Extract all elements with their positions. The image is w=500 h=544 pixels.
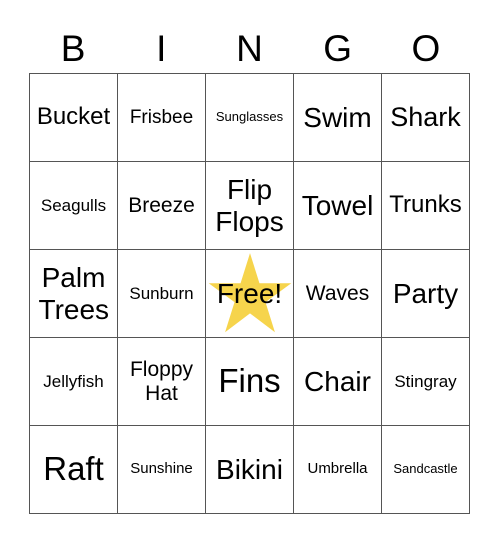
bingo-cell[interactable]: Sunglasses <box>206 74 294 162</box>
bingo-cell[interactable]: Raft <box>30 426 118 514</box>
header-letter-g: G <box>323 28 353 69</box>
bingo-cell[interactable]: Seagulls <box>30 162 118 250</box>
cell-label: Umbrella <box>307 460 368 478</box>
bingo-cell[interactable]: Party <box>382 250 470 338</box>
bingo-cell[interactable]: Palm Trees <box>30 250 118 338</box>
bingo-cell[interactable]: Breeze <box>118 162 206 250</box>
cell-label: Fins <box>218 362 281 400</box>
bingo-cell[interactable]: Waves <box>294 250 382 338</box>
bingo-cell[interactable]: Bucket <box>30 74 118 162</box>
cell-label: Bikini <box>216 453 283 485</box>
cell-label: Waves <box>305 281 370 305</box>
cell-label: Frisbee <box>129 106 194 128</box>
cell-label: Sunglasses <box>215 109 284 125</box>
cell-label: Seagulls <box>40 195 107 215</box>
cell-label: Raft <box>43 450 104 488</box>
header-letter-n: N <box>236 28 263 69</box>
cell-label: Trunks <box>389 191 462 219</box>
bingo-cell[interactable]: Frisbee <box>118 74 206 162</box>
cell-label: Party <box>392 277 459 309</box>
cell-label: Towel <box>301 189 374 221</box>
bingo-cell[interactable]: Sunshine <box>118 426 206 514</box>
cell-label: Sunburn <box>129 283 194 303</box>
bingo-cell[interactable]: Chair <box>294 338 382 426</box>
cell-label: Shark <box>390 102 461 133</box>
bingo-cell[interactable]: Floppy Hat <box>118 338 206 426</box>
cell-label: Jellyfish <box>43 371 104 391</box>
bingo-cell[interactable]: Trunks <box>382 162 470 250</box>
cell-label: Breeze <box>128 193 195 217</box>
cell-label: Flip Flops <box>215 174 284 237</box>
bingo-cell[interactable]: Umbrella <box>294 426 382 514</box>
bingo-cell[interactable]: Swim <box>294 74 382 162</box>
bingo-cell[interactable]: Stingray <box>382 338 470 426</box>
cell-label: Sandcastle <box>393 461 458 477</box>
header-letter-b: B <box>60 28 86 69</box>
cell-label: Bucket <box>36 103 111 131</box>
bingo-cell[interactable]: Shark <box>382 74 470 162</box>
cell-label: Sunshine <box>130 460 193 478</box>
cell-label: Stingray <box>394 371 457 391</box>
cell-label: Palm Trees <box>38 262 110 325</box>
bingo-cell[interactable]: Towel <box>294 162 382 250</box>
bingo-cell[interactable]: Sandcastle <box>382 426 470 514</box>
bingo-cell[interactable]: Sunburn <box>118 250 206 338</box>
bingo-cell[interactable]: Fins <box>206 338 294 426</box>
bingo-card: Bucket Frisbee Sunglasses Swim Shark Sea… <box>29 73 470 514</box>
header-letter-o: O <box>411 28 441 69</box>
bingo-cell[interactable]: Flip Flops <box>206 162 294 250</box>
bingo-cell[interactable]: Jellyfish <box>30 338 118 426</box>
free-space-label: Free! <box>216 277 283 309</box>
cell-label: Swim <box>303 101 372 133</box>
header-letter-i: I <box>156 28 167 69</box>
cell-label: Floppy Hat <box>129 357 194 405</box>
free-space[interactable]: Free! <box>206 250 294 338</box>
bingo-cell[interactable]: Bikini <box>206 426 294 514</box>
bingo-header: B I N G O <box>29 26 470 72</box>
cell-label: Chair <box>304 365 371 397</box>
